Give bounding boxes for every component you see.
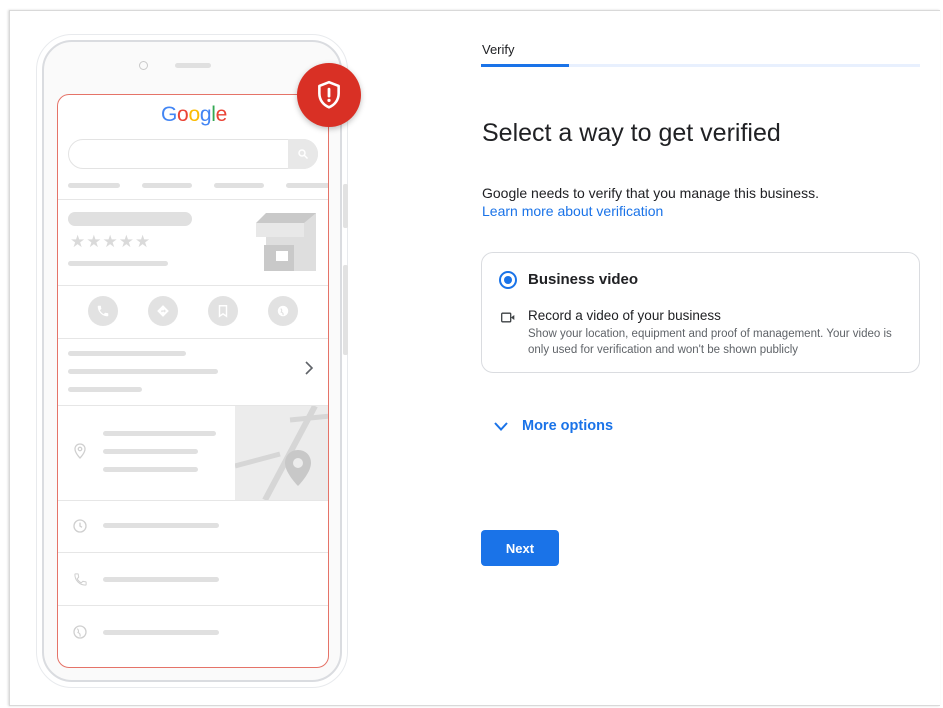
tab-verify: Verify	[482, 42, 515, 57]
divider	[58, 605, 328, 606]
next-button[interactable]: Next	[481, 530, 559, 566]
placeholder-bar	[103, 630, 219, 635]
logo-letter: G	[161, 103, 178, 126]
placeholder-bar	[68, 387, 142, 392]
option-radio[interactable]	[499, 271, 517, 289]
directions-icon	[148, 296, 178, 326]
placeholder-bar	[68, 351, 186, 356]
option-title: Business video	[528, 271, 639, 288]
clock-icon	[70, 516, 90, 536]
globe-icon	[70, 622, 90, 642]
google-logo: Google	[58, 103, 328, 127]
placeholder-bar	[286, 183, 328, 188]
placeholder-bar	[103, 577, 219, 582]
shield-alert-icon	[297, 63, 361, 127]
phone-camera	[139, 61, 148, 70]
phone-speaker	[175, 63, 211, 68]
chevron-down-icon	[494, 421, 508, 431]
phone-screen: Google ★★★★★	[57, 94, 329, 668]
phone-icon	[70, 569, 90, 589]
page-title: Select a way to get verified	[482, 119, 781, 147]
placeholder-bar	[103, 431, 216, 436]
placeholder-bar	[68, 261, 168, 266]
logo-letter: o	[177, 103, 189, 126]
bookmark-icon	[208, 296, 238, 326]
divider	[58, 500, 328, 501]
more-options-label: More options	[522, 418, 614, 434]
logo-letter: e	[215, 103, 228, 126]
placeholder-bar	[103, 467, 198, 472]
placeholder-bar	[103, 523, 219, 528]
location-pin-icon	[70, 441, 90, 461]
divider	[58, 199, 328, 200]
placeholder-bar	[142, 183, 192, 188]
placeholder-bar	[103, 449, 198, 454]
placeholder-bar	[68, 212, 192, 226]
placeholder-bar	[68, 183, 120, 188]
search-icon	[288, 139, 318, 169]
divider	[58, 338, 328, 339]
logo-letter: g	[199, 103, 212, 126]
divider	[58, 285, 328, 286]
globe-icon	[268, 296, 298, 326]
verification-option-card[interactable]: Business video Record a video of your bu…	[481, 252, 920, 373]
video-camera-icon	[501, 310, 515, 328]
rating-stars: ★★★★★	[70, 232, 152, 251]
map-thumbnail	[235, 406, 328, 500]
phone-side-button	[343, 265, 348, 355]
mock-search-box	[68, 139, 318, 169]
placeholder-bar	[68, 369, 218, 374]
description-text: Google needs to verify that you manage t…	[482, 185, 819, 201]
divider	[58, 552, 328, 553]
chevron-right-icon	[304, 361, 314, 380]
option-subtitle: Record a video of your business	[528, 308, 721, 323]
storefront-icon	[256, 213, 316, 271]
phone-side-button	[343, 184, 348, 228]
more-options-button[interactable]: More options	[494, 418, 613, 434]
option-detail: Show your location, equipment and proof …	[528, 328, 892, 356]
logo-letter: o	[188, 103, 200, 126]
placeholder-bar	[214, 183, 264, 188]
learn-more-link[interactable]: Learn more about verification	[482, 202, 663, 221]
progress-bar	[481, 64, 569, 67]
phone-icon	[88, 296, 118, 326]
radio-selected-dot	[504, 276, 512, 284]
